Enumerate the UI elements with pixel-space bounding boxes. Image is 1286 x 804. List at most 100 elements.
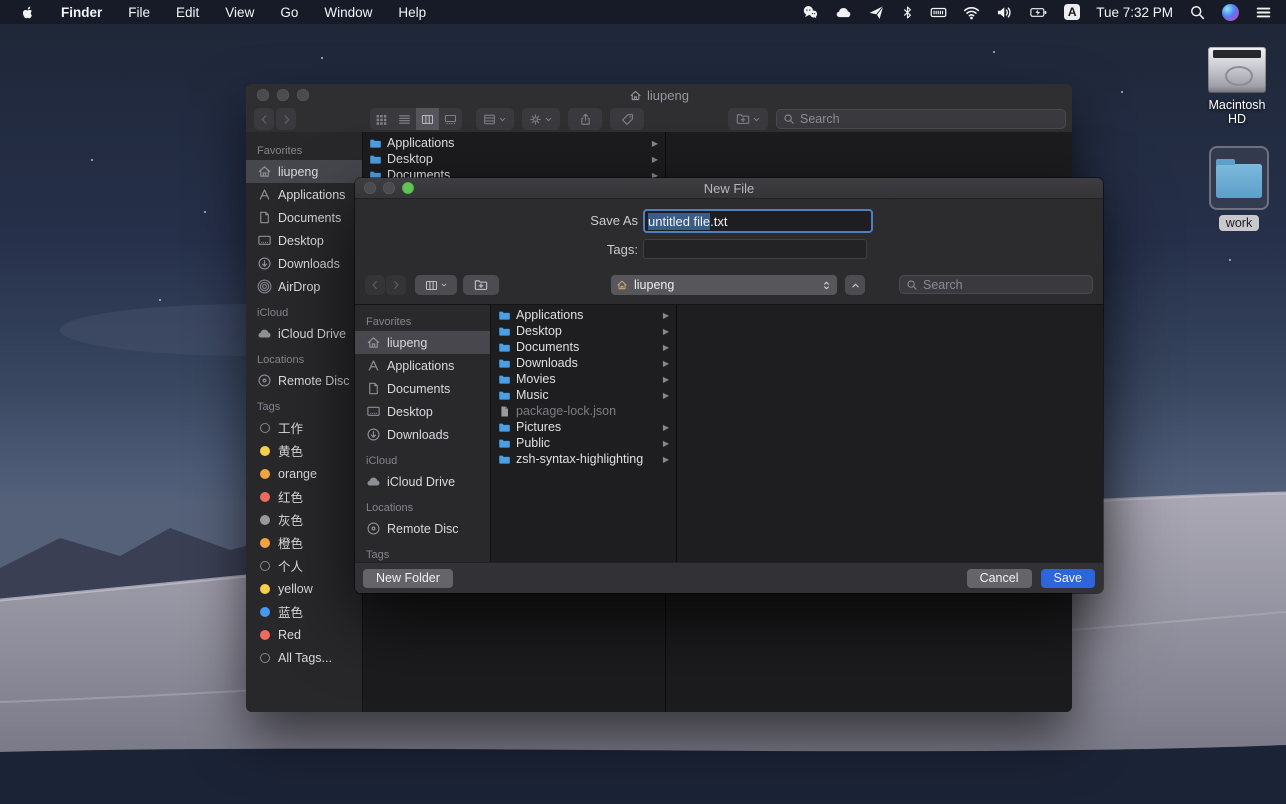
- sidebar-item[interactable]: iCloud Drive: [246, 322, 362, 345]
- sidebar-item[interactable]: Downloads: [355, 423, 490, 446]
- file-row[interactable]: Music ▶: [492, 387, 676, 403]
- tag-item[interactable]: 蓝色: [246, 600, 362, 623]
- file-row[interactable]: Movies ▶: [492, 371, 676, 387]
- new-file-dialog[interactable]: New File Save As untitled file.txt Tags:…: [355, 178, 1103, 593]
- sidebar-item[interactable]: Applications: [246, 183, 362, 206]
- tag-item[interactable]: 红色: [246, 485, 362, 508]
- file-row[interactable]: Desktop ▶: [363, 151, 665, 167]
- sidebar-item[interactable]: Desktop: [355, 400, 490, 423]
- file-row[interactable]: Documents ▶: [492, 339, 676, 355]
- tag-item[interactable]: Red: [246, 623, 362, 646]
- parent-folder-button[interactable]: [845, 275, 865, 295]
- sidebar-item[interactable]: liupeng: [246, 160, 362, 183]
- tag-item[interactable]: All Tags...: [246, 646, 362, 669]
- chevron-right-icon: ▶: [652, 139, 658, 148]
- file-name: Pictures: [516, 420, 658, 434]
- menu-bar-clock[interactable]: Tue 7:32 PM: [1096, 5, 1173, 20]
- dialog-titlebar[interactable]: New File: [355, 178, 1103, 199]
- cloud-icon[interactable]: [835, 4, 852, 21]
- action-gear-button[interactable]: [522, 108, 560, 130]
- tag-item[interactable]: 黄色: [246, 439, 362, 462]
- menu-item[interactable]: Go: [280, 5, 298, 20]
- tags-input[interactable]: [643, 239, 867, 259]
- sidebar-item-label: iCloud Drive: [387, 475, 455, 489]
- filename-input[interactable]: untitled file.txt: [643, 209, 873, 233]
- file-row[interactable]: package-lock.json: [492, 403, 676, 419]
- save-button[interactable]: Save: [1041, 569, 1096, 588]
- sidebar-item[interactable]: Downloads: [246, 252, 362, 275]
- apple-icon[interactable]: [20, 5, 35, 20]
- location-popup[interactable]: liupeng: [611, 275, 837, 295]
- folder-icon: [499, 343, 510, 351]
- sidebar-item[interactable]: liupeng: [355, 331, 490, 354]
- column-view-button[interactable]: [415, 275, 457, 295]
- tag-item[interactable]: 灰色: [246, 508, 362, 531]
- sidebar-item[interactable]: Applications: [355, 354, 490, 377]
- bluetooth-icon[interactable]: [901, 4, 914, 21]
- sidebar-item-label: liupeng: [278, 165, 318, 179]
- file-name: Movies: [516, 372, 658, 386]
- menu-item[interactable]: Window: [324, 5, 372, 20]
- tag-item[interactable]: yellow: [246, 577, 362, 600]
- back-button[interactable]: [254, 108, 274, 130]
- menu-item[interactable]: File: [128, 5, 150, 20]
- column-view-button[interactable]: [416, 108, 439, 130]
- wifi-icon[interactable]: [963, 4, 980, 21]
- sidebar-item[interactable]: AirDrop: [246, 275, 362, 298]
- dialog-search-field[interactable]: Search: [899, 275, 1093, 294]
- file-row[interactable]: zsh-syntax-highlighting ▶: [492, 451, 676, 467]
- send-icon[interactable]: [868, 4, 885, 21]
- desktop-icon-macintosh-hd[interactable]: Macintosh HD: [1198, 47, 1276, 126]
- menu-list-icon[interactable]: [1255, 4, 1272, 21]
- file-row[interactable]: Downloads ▶: [492, 355, 676, 371]
- new-folder-toolbar-button[interactable]: [463, 275, 499, 295]
- sidebar-item[interactable]: Documents: [246, 206, 362, 229]
- icon-view-button[interactable]: [370, 108, 393, 130]
- file-row[interactable]: Applications ▶: [492, 307, 676, 323]
- tag-item[interactable]: 个人: [246, 554, 362, 577]
- sidebar-item[interactable]: Desktop: [246, 229, 362, 252]
- new-folder-button[interactable]: New Folder: [363, 569, 453, 588]
- scanner-icon[interactable]: [930, 4, 947, 21]
- cancel-button[interactable]: Cancel: [967, 569, 1032, 588]
- menu-item[interactable]: Edit: [176, 5, 199, 20]
- file-row[interactable]: Public ▶: [492, 435, 676, 451]
- close-button[interactable]: [364, 182, 376, 194]
- siri-icon[interactable]: [1222, 4, 1239, 21]
- gallery-view-button[interactable]: [439, 108, 462, 130]
- menu-item[interactable]: Help: [398, 5, 426, 20]
- file-name: Applications: [387, 136, 647, 150]
- sidebar-item[interactable]: Remote Disc: [355, 517, 490, 540]
- spotlight-search-icon[interactable]: [1189, 4, 1206, 21]
- share-button[interactable]: [568, 108, 602, 130]
- desktop-icon-work-folder[interactable]: work: [1206, 146, 1272, 231]
- group-by-button[interactable]: [476, 108, 514, 130]
- list-view-button[interactable]: [393, 108, 416, 130]
- zoom-button[interactable]: [402, 182, 414, 194]
- forward-button[interactable]: [276, 108, 296, 130]
- finder-search-field[interactable]: Search: [776, 109, 1066, 129]
- folder-action-button[interactable]: [728, 108, 768, 130]
- file-row[interactable]: Desktop ▶: [492, 323, 676, 339]
- menu-item[interactable]: Finder: [61, 5, 102, 20]
- sidebar-item[interactable]: Documents: [355, 377, 490, 400]
- minimize-button[interactable]: [383, 182, 395, 194]
- file-row[interactable]: Applications ▶: [363, 135, 665, 151]
- wechat-icon[interactable]: [802, 4, 819, 21]
- menu-item[interactable]: View: [225, 5, 254, 20]
- battery-charging-icon[interactable]: [1029, 4, 1048, 21]
- volume-icon[interactable]: [996, 4, 1013, 21]
- tag-item[interactable]: 工作: [246, 416, 362, 439]
- home-icon: [259, 167, 269, 176]
- tag-button[interactable]: [610, 108, 644, 130]
- tag-item[interactable]: orange: [246, 462, 362, 485]
- sidebar-item[interactable]: Remote Disc: [246, 369, 362, 392]
- column-divider[interactable]: [676, 305, 677, 562]
- tag-item[interactable]: 橙色: [246, 531, 362, 554]
- finder-titlebar[interactable]: liupeng Search: [246, 84, 1072, 133]
- forward-button[interactable]: [386, 275, 406, 295]
- back-button[interactable]: [365, 275, 385, 295]
- input-source-icon[interactable]: A: [1064, 4, 1080, 20]
- file-row[interactable]: Pictures ▶: [492, 419, 676, 435]
- sidebar-item[interactable]: iCloud Drive: [355, 470, 490, 493]
